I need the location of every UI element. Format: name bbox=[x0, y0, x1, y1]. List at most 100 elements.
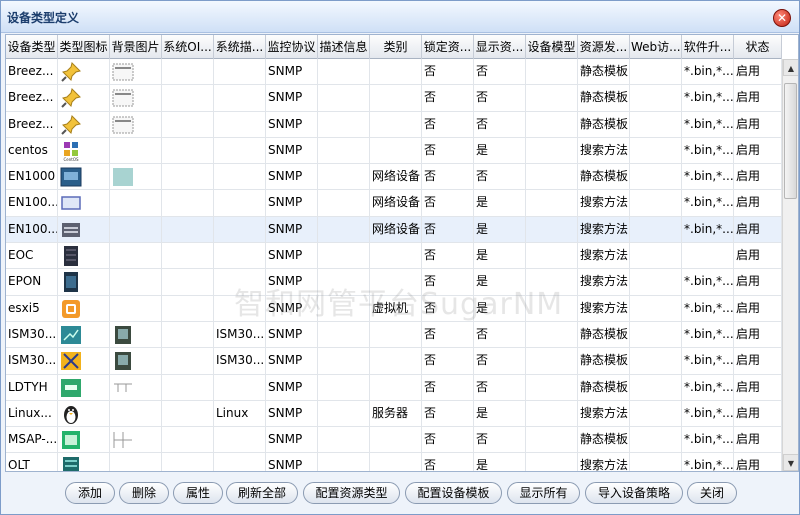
table-row[interactable]: EPON SNMP 否是 搜索方法 *.bin,*.... 启用 bbox=[6, 269, 782, 296]
column-header[interactable]: 描述信息 bbox=[318, 35, 370, 59]
board-bg-image bbox=[112, 351, 134, 371]
table-cell bbox=[58, 243, 110, 269]
table-cell bbox=[318, 111, 370, 137]
table-cell bbox=[318, 164, 370, 190]
table-cell bbox=[214, 243, 266, 269]
table-cell bbox=[214, 453, 266, 471]
table-row[interactable]: EOC SNMP 否是 搜索方法 启用 bbox=[6, 243, 782, 270]
table-cell bbox=[630, 164, 682, 190]
table-cell: EOC bbox=[6, 243, 58, 269]
table-cell: 否 bbox=[422, 137, 474, 164]
close-button[interactable]: 关闭 bbox=[687, 482, 737, 504]
add-button[interactable]: 添加 bbox=[65, 482, 115, 504]
table-cell bbox=[526, 269, 578, 295]
table-row[interactable]: EN100... SNMP 网络设备否是 搜索方法 *.bin,*.... 启用 bbox=[6, 216, 782, 244]
table-cell bbox=[526, 190, 578, 216]
table-cell: 搜索方法 bbox=[578, 269, 630, 295]
show-all-button[interactable]: 显示所有 bbox=[507, 482, 580, 504]
table-row[interactable]: Breez... SNMP 否否 静态模板 *.bin,*.... 启用 bbox=[6, 111, 782, 138]
scroll-up-icon[interactable]: ▲ bbox=[783, 59, 798, 76]
column-header[interactable]: 设备模型 bbox=[526, 35, 578, 59]
column-header[interactable]: 显示资... bbox=[474, 35, 526, 59]
table-row[interactable]: OLT SNMP 否是 搜索方法 *.bin,*.... 启用 bbox=[6, 453, 782, 471]
table-cell: 否 bbox=[474, 164, 526, 190]
column-header[interactable]: 类型图标 bbox=[58, 35, 110, 59]
table-row[interactable]: MSAP-... SNMP 否否 静态模板 *.bin,*.... 启用 bbox=[6, 427, 782, 454]
table-cell: 启用 bbox=[734, 190, 782, 216]
properties-button[interactable]: 属性 bbox=[173, 482, 223, 504]
table-cell: SNMP bbox=[266, 374, 318, 400]
table-cell bbox=[58, 321, 110, 348]
table-cell: 搜索方法 bbox=[578, 216, 630, 243]
column-header[interactable]: 类别 bbox=[370, 35, 422, 59]
column-header[interactable]: 锁定资... bbox=[422, 35, 474, 59]
table-cell: *.bin,*.... bbox=[682, 85, 734, 111]
configure-device-template-button[interactable]: 配置设备模板 bbox=[405, 482, 502, 504]
table-row[interactable]: centos CentOS SNMP 否是 搜索方法 *.bin,*.... 启用 bbox=[6, 137, 782, 165]
table-row[interactable]: LDTYH SNMP 否否 静态模板 *.bin,*.... 启用 bbox=[6, 374, 782, 401]
column-header[interactable]: 资源发... bbox=[578, 35, 630, 59]
column-header[interactable]: 背景图片 bbox=[110, 35, 162, 59]
table-cell bbox=[162, 216, 214, 243]
table-cell: 静态模板 bbox=[578, 427, 630, 453]
table-cell: 搜索方法 bbox=[578, 137, 630, 164]
device-type-window: 设备类型定义 ✕ 设备类型 类型图标 背景图片 系统OI... 系统描... 监… bbox=[0, 0, 800, 515]
import-device-policy-button[interactable]: 导入设备策略 bbox=[585, 482, 683, 504]
table-row[interactable]: ISM30... ISM30... SNMP 否否静态模板 *.bin,*.... 启用 bbox=[6, 348, 782, 375]
scroll-down-icon[interactable]: ▼ bbox=[783, 454, 798, 471]
table-cell: 搜索方法 bbox=[578, 400, 630, 427]
table-cell: 否 bbox=[474, 85, 526, 111]
rack-icon bbox=[60, 245, 82, 267]
table-cell: 启用 bbox=[734, 243, 782, 269]
table-cell: 静态模板 bbox=[578, 59, 630, 85]
table-cell bbox=[110, 374, 162, 400]
table-cell: *.bin,*.... bbox=[682, 164, 734, 190]
crossover-icon bbox=[60, 350, 82, 372]
table-cell bbox=[370, 321, 422, 348]
vertical-scrollbar[interactable]: ▲ ▼ bbox=[782, 59, 798, 471]
table-cell: *.bin,*.... bbox=[682, 453, 734, 471]
column-header[interactable]: 系统OI... bbox=[162, 35, 214, 59]
scroll-thumb[interactable] bbox=[784, 83, 797, 199]
table-row[interactable]: Breez... SNMP 否否 静态模板 *.bin,*.... 启用 bbox=[6, 85, 782, 112]
table-row[interactable]: esxi5 SNMP 虚拟机否是 搜索方法 *.bin,*.... 启用 bbox=[6, 295, 782, 322]
table-cell: 服务器 bbox=[370, 400, 422, 427]
panel-bg-image bbox=[112, 115, 134, 135]
close-icon[interactable]: ✕ bbox=[773, 9, 791, 27]
table-cell bbox=[110, 427, 162, 453]
column-header[interactable]: 状态 bbox=[734, 35, 782, 59]
table-row[interactable]: EN100... SNMP 网络设备否是 搜索方法 *.bin,*.... 启用 bbox=[6, 190, 782, 217]
table-cell: SNMP bbox=[266, 59, 318, 85]
table-cell bbox=[630, 243, 682, 269]
configure-resource-type-button[interactable]: 配置资源类型 bbox=[303, 482, 400, 504]
refresh-all-button[interactable]: 刷新全部 bbox=[226, 482, 298, 504]
column-header[interactable]: 设备类型 bbox=[6, 35, 58, 59]
table-cell bbox=[58, 190, 110, 216]
table-cell: SNMP bbox=[266, 216, 318, 243]
table-cell bbox=[110, 243, 162, 269]
table-cell: 是 bbox=[474, 216, 526, 243]
table-cell bbox=[318, 427, 370, 453]
table-cell: *.bin,*.... bbox=[682, 59, 734, 85]
table-cell bbox=[526, 137, 578, 164]
table-row[interactable]: EN1000 SNMP 网络设备否否静态模板 *.bin,*.... 启用 bbox=[6, 164, 782, 191]
table-row[interactable]: ISM30... ISM30... SNMP 否否静态模板 *.bin,*.... 启用 bbox=[6, 321, 782, 349]
column-header[interactable]: Web访... bbox=[630, 35, 682, 59]
column-header[interactable]: 软件升... bbox=[682, 35, 734, 59]
table-cell bbox=[162, 348, 214, 374]
table-cell: 启用 bbox=[734, 348, 782, 374]
table-cell: 是 bbox=[474, 190, 526, 216]
table-cell bbox=[526, 321, 578, 348]
table-cell: SNMP bbox=[266, 269, 318, 295]
table-row[interactable]: Breez... SNMP 否否 静态模板 *.bin,*.... 启用 bbox=[6, 59, 782, 86]
column-header[interactable]: 系统描... bbox=[214, 35, 266, 59]
table-cell bbox=[110, 400, 162, 427]
table-cell bbox=[370, 243, 422, 269]
table-row[interactable]: Linux... Linux SNMP 服务器否是 搜索方法 *.bin,*.... 启用 bbox=[6, 400, 782, 428]
table-cell: EN100... bbox=[6, 190, 58, 216]
column-header[interactable]: 监控协议 bbox=[266, 35, 318, 59]
table-cell: centos bbox=[6, 137, 58, 164]
table-cell bbox=[630, 269, 682, 295]
table-cell bbox=[58, 374, 110, 400]
delete-button[interactable]: 删除 bbox=[119, 482, 169, 504]
